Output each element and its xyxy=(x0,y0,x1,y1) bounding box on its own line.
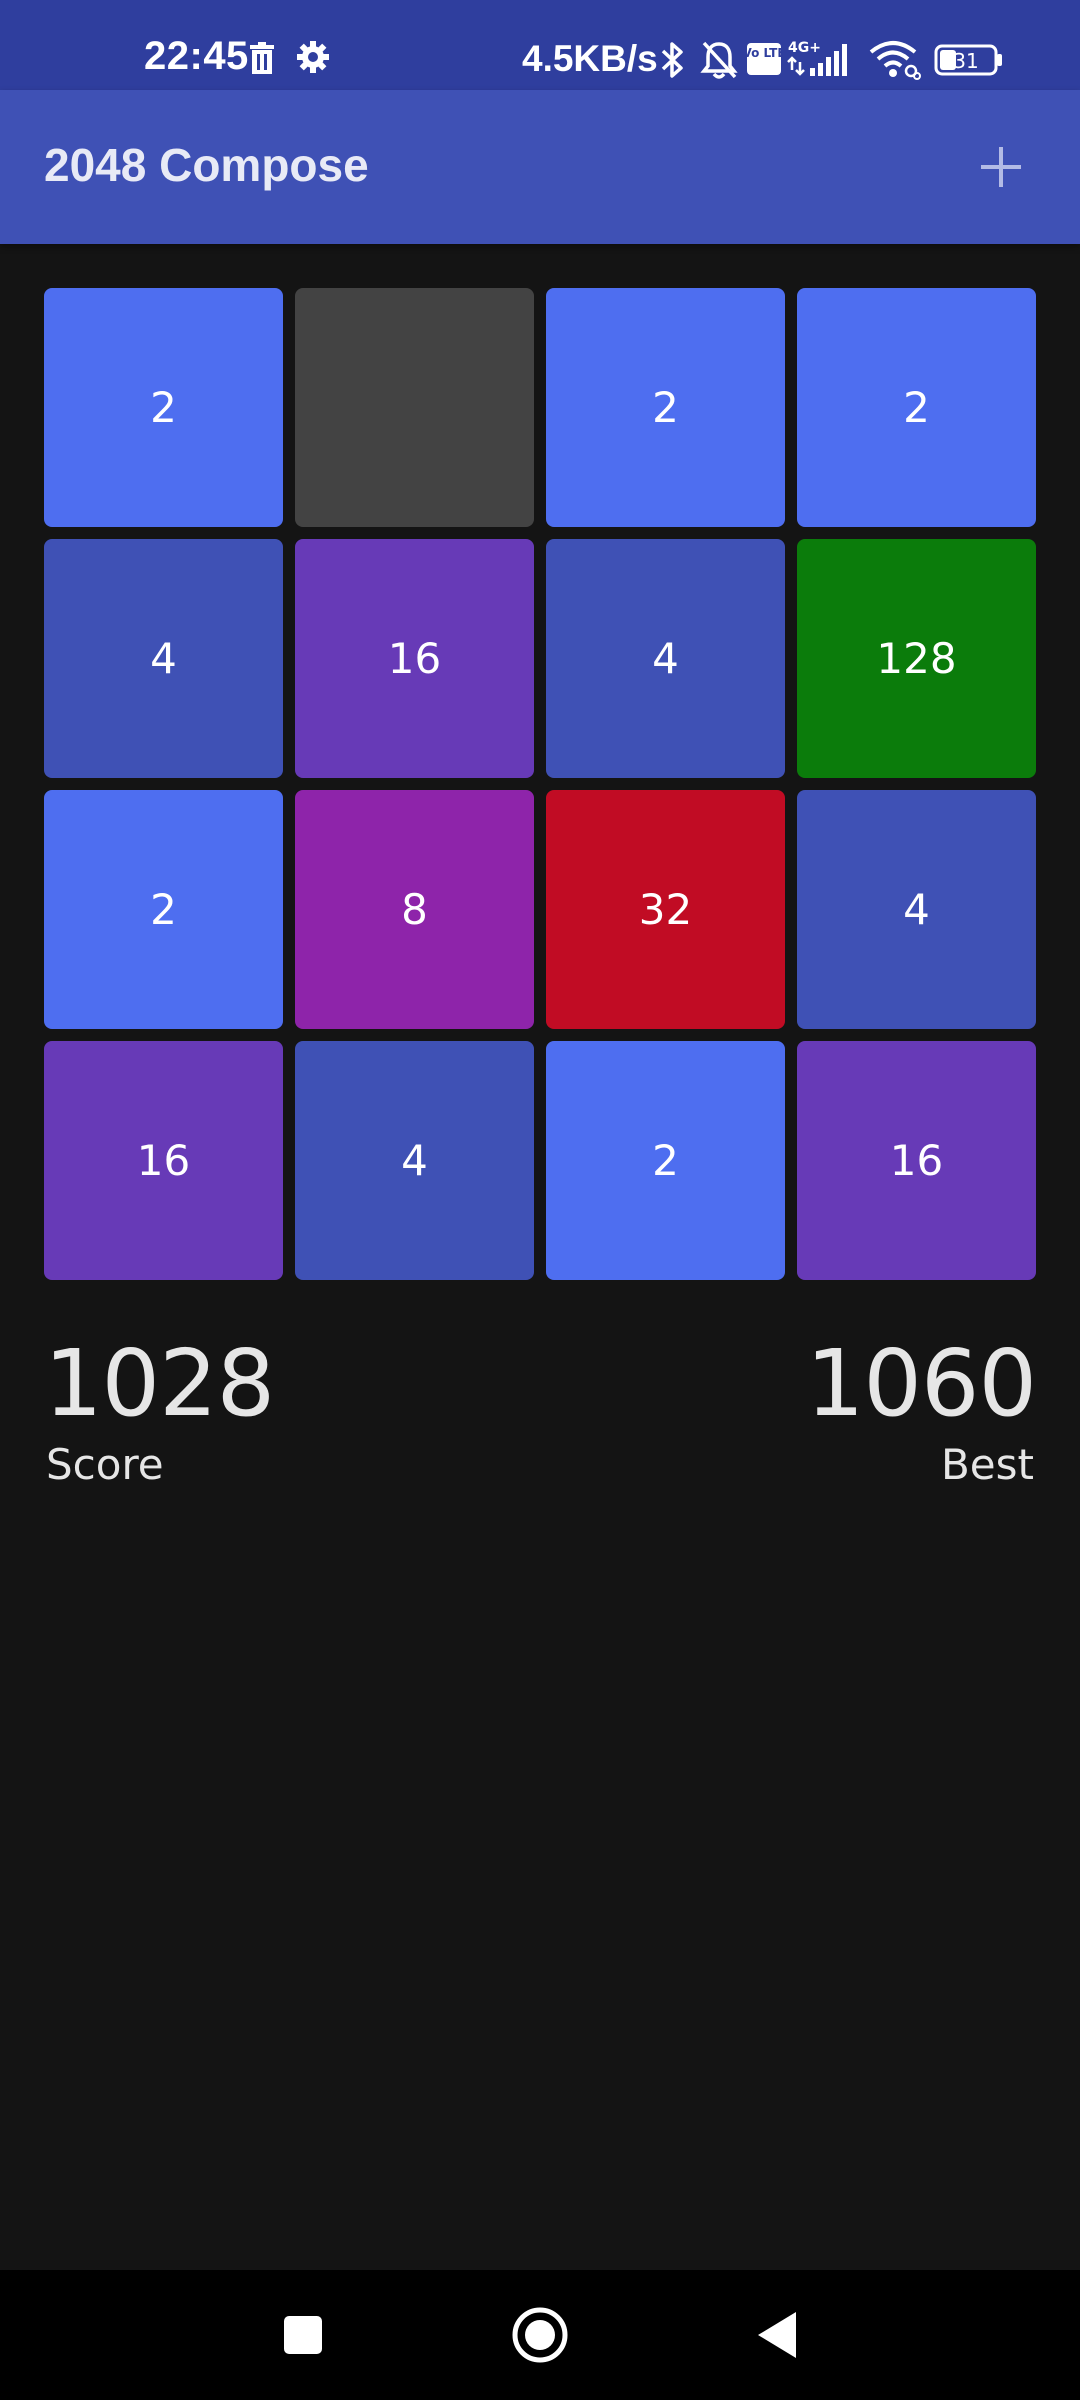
bluetooth-icon xyxy=(660,40,686,85)
home-button[interactable] xyxy=(505,2300,575,2370)
network-badge: 4G+ xyxy=(788,40,821,56)
tile-empty xyxy=(295,288,534,527)
tile-4: 4 xyxy=(797,790,1036,1029)
status-time: 22:45 xyxy=(144,34,249,78)
new-game-button[interactable] xyxy=(966,132,1036,202)
tile-4: 4 xyxy=(546,539,785,778)
gear-icon xyxy=(296,40,330,79)
plus-icon xyxy=(981,147,1021,187)
screen: 22:45 4.5KB/s Vo LTE 4G+ 31 2048 Compose… xyxy=(0,0,1080,2400)
volte-icon: Vo LTE xyxy=(742,42,786,81)
volte-badge-text: Vo LTE xyxy=(746,46,782,60)
tile-2: 2 xyxy=(44,790,283,1029)
network-speed: 4.5KB/s xyxy=(522,38,658,79)
home-icon xyxy=(512,2307,568,2363)
tile-16: 16 xyxy=(44,1041,283,1280)
tile-2: 2 xyxy=(44,288,283,527)
tile-8: 8 xyxy=(295,790,534,1029)
game-board[interactable]: 2 2 2 4 16 4 128 2 8 32 4 16 4 2 16 xyxy=(44,288,1036,1280)
tile-32: 32 xyxy=(546,790,785,1029)
tile-2: 2 xyxy=(546,1041,785,1280)
score-value: 1028 xyxy=(44,1330,275,1437)
best-value: 1060 xyxy=(805,1330,1037,1437)
navigation-bar xyxy=(0,2270,1080,2400)
battery-icon: 31 xyxy=(934,44,1004,81)
battery-level: 31 xyxy=(953,49,978,73)
status-bar: 22:45 4.5KB/s Vo LTE 4G+ 31 xyxy=(0,0,1080,90)
back-icon xyxy=(758,2312,796,2358)
recents-icon xyxy=(284,2316,322,2354)
tile-16: 16 xyxy=(797,1041,1036,1280)
back-button[interactable] xyxy=(742,2300,812,2370)
trash-icon xyxy=(248,42,276,79)
score-label: Score xyxy=(46,1440,164,1489)
signal-icon: 4G+ xyxy=(786,38,856,83)
app-bar: 2048 Compose xyxy=(0,90,1080,244)
tile-16: 16 xyxy=(295,539,534,778)
tile-128: 128 xyxy=(797,539,1036,778)
app-title: 2048 Compose xyxy=(44,139,369,191)
wifi-icon xyxy=(868,38,922,85)
best-label: Best xyxy=(940,1440,1034,1489)
tile-2: 2 xyxy=(546,288,785,527)
tile-2: 2 xyxy=(797,288,1036,527)
bell-muted-icon xyxy=(700,40,738,85)
tile-4: 4 xyxy=(44,539,283,778)
recents-button[interactable] xyxy=(268,2300,338,2370)
tile-4: 4 xyxy=(295,1041,534,1280)
